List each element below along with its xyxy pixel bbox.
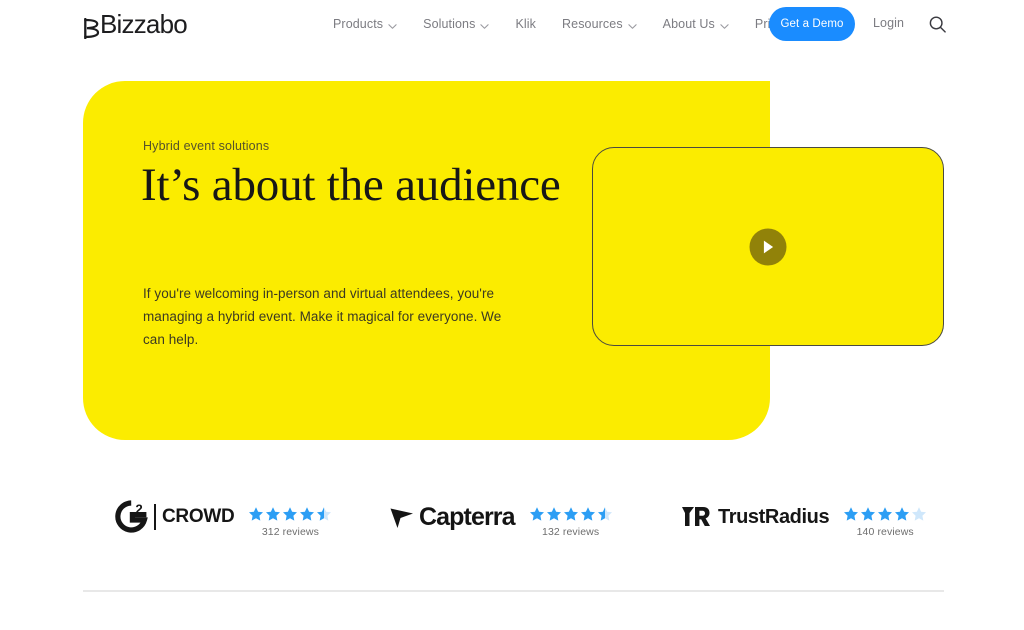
chevron-down-icon	[388, 20, 397, 29]
nav-item-resources[interactable]: Resources	[549, 0, 650, 48]
capterra-arrow-icon	[390, 508, 413, 528]
nav-label-solutions: Solutions	[423, 17, 476, 31]
trustradius-mark	[682, 507, 710, 526]
hero-eyebrow: Hybrid event solutions	[143, 139, 270, 153]
star-icon	[861, 507, 876, 521]
capterra-logo: Capterra	[388, 495, 516, 539]
review-badge-capterra[interactable]: Capterra 132 reviews	[388, 495, 613, 539]
bizzabo-logo[interactable]: Bizzabo	[83, 9, 188, 39]
star-icon	[249, 507, 264, 521]
star-icon	[283, 507, 298, 521]
nav-item-klik[interactable]: Klik	[502, 0, 549, 48]
chevron-down-icon	[720, 20, 729, 29]
star-icon	[878, 507, 893, 521]
page-title: It’s about the audience	[141, 159, 561, 211]
chevron-down-icon	[480, 20, 490, 29]
g2-crowd-logo: 2 CROWD	[115, 495, 235, 539]
nav-item-solutions[interactable]: Solutions	[410, 0, 502, 48]
trustradius-rating: 140 reviews	[843, 506, 927, 538]
star-icon	[895, 507, 910, 521]
hero-video-player[interactable]	[592, 147, 944, 346]
trustradius-logo: TrustRadius	[681, 495, 830, 539]
g2-rating: 312 reviews	[248, 506, 332, 538]
nav-item-products[interactable]: Products	[320, 0, 410, 48]
trustradius-wordmark: TrustRadius	[718, 505, 830, 528]
svg-text:2: 2	[136, 502, 143, 517]
star-half-icon	[317, 507, 332, 521]
star-rating-icons	[529, 506, 613, 522]
nav-label-resources: Resources	[562, 17, 623, 31]
star-icon	[563, 507, 578, 521]
star-icon	[580, 507, 595, 521]
chevron-down-icon	[628, 20, 637, 29]
star-icon	[844, 507, 859, 521]
star-rating-icons	[248, 506, 332, 522]
hero-subcopy: If you're welcoming in-person and virtua…	[143, 286, 502, 347]
page-root: Bizzabo Products Solutions Klik Resource…	[0, 0, 1024, 630]
g2-crowd-wordmark: CROWD	[162, 506, 235, 527]
star-half-icon	[597, 507, 612, 521]
star-icon	[546, 507, 561, 521]
capterra-review-count: 132 reviews	[542, 526, 600, 538]
capterra-wordmark: Capterra	[419, 502, 516, 531]
search-icon[interactable]	[926, 13, 948, 35]
section-divider	[83, 590, 944, 592]
get-a-demo-button[interactable]: Get a Demo	[769, 7, 855, 41]
bizzabo-logo-mark	[83, 15, 100, 39]
star-rating-icons	[843, 506, 927, 522]
g2-review-count: 312 reviews	[261, 526, 319, 538]
star-icon	[300, 507, 315, 521]
g2-crowd-mark: 2	[115, 500, 148, 533]
review-badge-trustradius[interactable]: TrustRadius 140 reviews	[681, 495, 927, 539]
star-icon	[529, 507, 544, 521]
logo-text: Bizzabo	[100, 9, 188, 39]
star-icon	[266, 507, 281, 521]
main-nav: Products Solutions Klik Resources About …	[320, 0, 807, 48]
capterra-rating: 132 reviews	[529, 506, 613, 538]
nav-label-klik: Klik	[515, 17, 537, 31]
nav-label-about-us: About Us	[662, 17, 715, 31]
g2-logo-divider	[154, 504, 156, 530]
nav-item-about-us[interactable]: About Us	[650, 0, 742, 48]
login-link[interactable]: Login	[873, 16, 904, 30]
star-empty-icon	[912, 507, 927, 521]
nav-label-products: Products	[333, 17, 384, 31]
review-badges: 2 CROWD 312 reviews Capterra 132 reviews…	[83, 495, 944, 555]
play-icon[interactable]	[749, 228, 787, 265]
trustradius-review-count: 140 reviews	[856, 526, 914, 538]
site-header: Bizzabo Products Solutions Klik Resource…	[0, 0, 1024, 48]
review-badge-g2crowd[interactable]: 2 CROWD 312 reviews	[115, 495, 332, 539]
